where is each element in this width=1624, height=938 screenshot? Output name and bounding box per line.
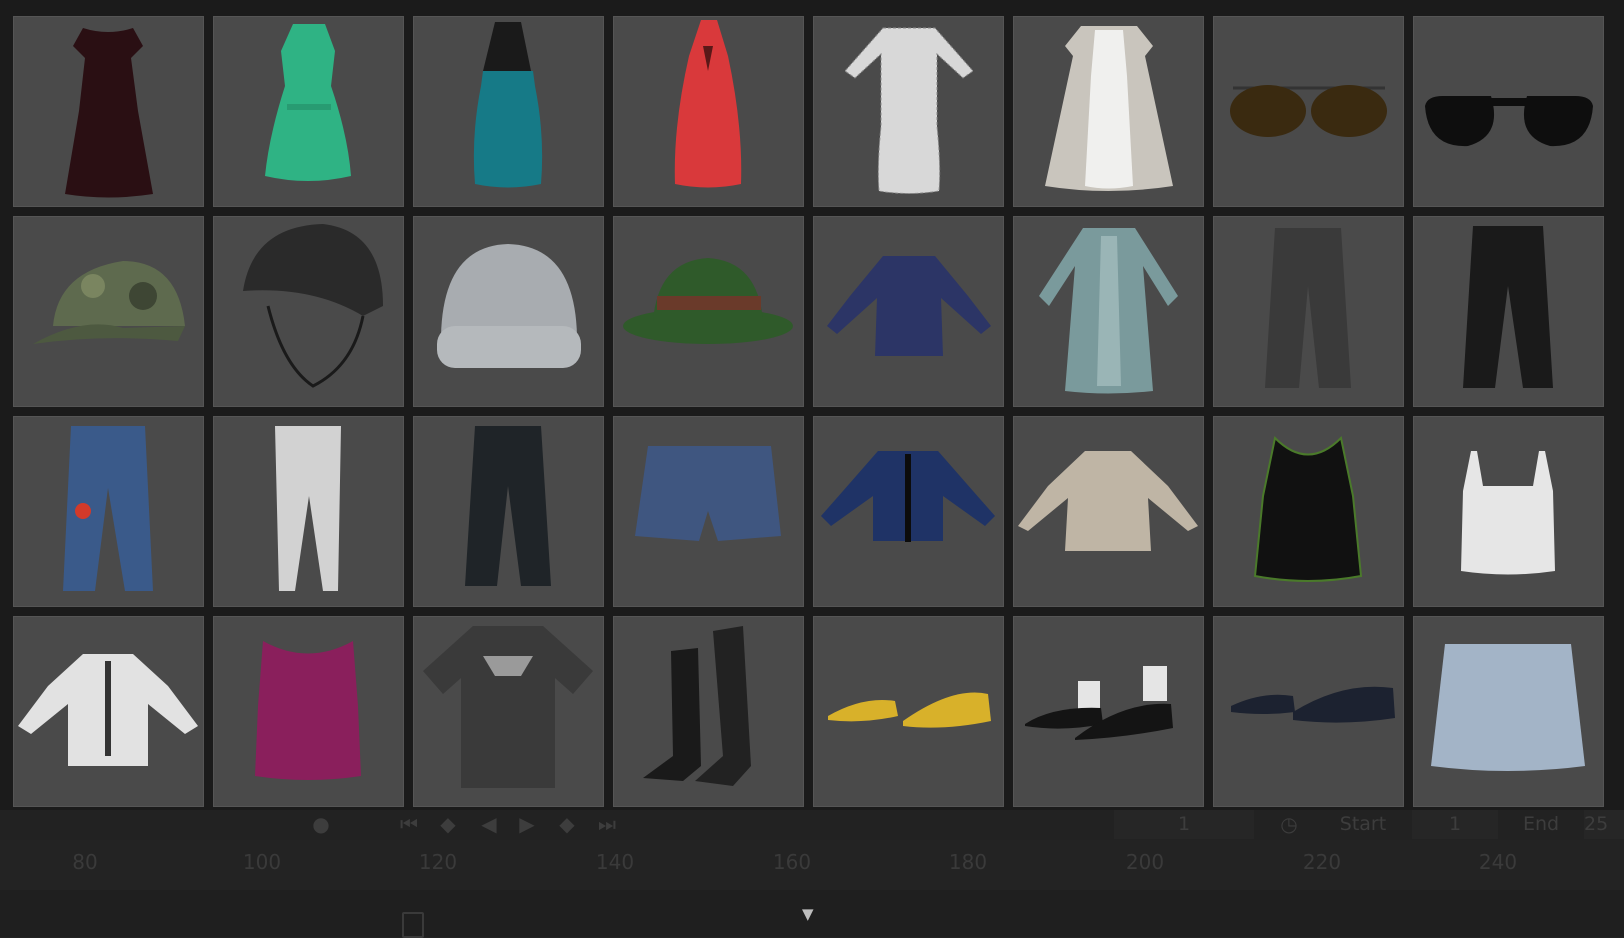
start-frame-field[interactable]: 1: [1412, 809, 1498, 839]
pants-icon: [63, 426, 153, 591]
asset-tile-green-bucket-hat[interactable]: [613, 216, 804, 407]
asset-tile-tweed-dress[interactable]: [813, 16, 1004, 207]
next-keyframe-icon[interactable]: ◆: [552, 812, 582, 836]
top-icon: [255, 641, 361, 780]
asset-tile-embroidered-jeans[interactable]: [13, 416, 204, 607]
asset-tile-camo-cap[interactable]: [13, 216, 204, 407]
leggings-icon: [275, 426, 341, 591]
shoes-icon: [1025, 666, 1173, 740]
asset-tile-denim-jacket[interactable]: [813, 216, 1004, 407]
ruler-tick: 100: [242, 850, 282, 874]
asset-tile-riding-boots[interactable]: [613, 616, 804, 807]
start-frame-label: Start: [1339, 813, 1387, 835]
play-icon[interactable]: ▶: [512, 812, 542, 836]
asset-tile-dark-jeans[interactable]: [413, 416, 604, 607]
sunglasses-icon: [1425, 96, 1593, 147]
asset-tile-riding-helmet[interactable]: [213, 216, 404, 407]
prev-keyframe-icon[interactable]: ◆: [433, 812, 463, 836]
asset-tile-white-ruffle-blouse[interactable]: [13, 616, 204, 807]
helmet-icon: [243, 224, 383, 388]
sneakers-icon: [1231, 686, 1395, 723]
coat-icon: [1045, 26, 1173, 191]
ruler-tick: 160: [772, 850, 812, 874]
asset-tile-denim-skirt[interactable]: [1413, 616, 1604, 807]
timeline-controls: ● ⏮ ◆ ◀ ▶ ◆ ⏭ 1 ◷ Start 1 End 25: [0, 806, 1624, 840]
asset-tile-knit-beanie[interactable]: [413, 216, 604, 407]
asset-tile-beige-sweater[interactable]: [1013, 416, 1204, 607]
asset-tile-white-gown-coat[interactable]: [1013, 16, 1204, 207]
jacket-icon: [827, 256, 991, 356]
ruler-tick: 220: [1302, 850, 1342, 874]
sunglasses-icon: [1230, 85, 1387, 137]
beanie-icon: [437, 244, 581, 368]
ruler-tick: 240: [1478, 850, 1518, 874]
asset-tile-white-leggings[interactable]: [213, 416, 404, 607]
coat-icon: [1039, 228, 1178, 394]
document-icon[interactable]: [402, 912, 424, 938]
sneakers-icon: [828, 692, 991, 728]
ruler-tick: 140: [595, 850, 635, 874]
ruler-tick: 180: [948, 850, 988, 874]
asset-tile-red-halter-dress[interactable]: [613, 16, 804, 207]
asset-tile-black-dress-shoes[interactable]: [1013, 616, 1204, 807]
tshirt-icon: [423, 626, 593, 788]
expand-down-icon[interactable]: ▼: [802, 905, 814, 923]
ruler-tick: 200: [1125, 850, 1165, 874]
end-frame-label: End: [1522, 813, 1560, 835]
play-reverse-icon[interactable]: ◀: [474, 812, 504, 836]
asset-tile-teal-halter-dress[interactable]: [413, 16, 604, 207]
asset-tile-white-camisole[interactable]: [1413, 416, 1604, 607]
asset-tile-magenta-knit-top[interactable]: [213, 616, 404, 807]
asset-tile-blue-cardigan[interactable]: [813, 416, 1004, 607]
dress-icon: [844, 27, 974, 194]
sweater-icon: [1018, 451, 1198, 551]
dress-icon: [65, 28, 153, 198]
dress-icon: [473, 22, 543, 188]
dress-icon: [265, 24, 351, 181]
skirt-icon: [1431, 644, 1585, 771]
clock-icon[interactable]: ◷: [1274, 812, 1304, 836]
end-frame-field[interactable]: 25: [1584, 809, 1624, 839]
cap-icon: [33, 261, 185, 344]
ruler-tick: 80: [72, 850, 98, 874]
ruler-tick: 120: [418, 850, 458, 874]
asset-tile-green-sleeveless-dress[interactable]: [213, 16, 404, 207]
asset-tile-black-sunglasses[interactable]: [1413, 16, 1604, 207]
boots-icon: [643, 626, 751, 786]
asset-tile-dark-red-dress[interactable]: [13, 16, 204, 207]
asset-tile-yellow-sneakers[interactable]: [813, 616, 1004, 807]
pants-icon: [1463, 226, 1553, 388]
pants-icon: [465, 426, 551, 586]
blouse-icon: [18, 654, 198, 766]
jump-start-icon[interactable]: ⏮: [394, 812, 424, 836]
shorts-icon: [635, 446, 781, 541]
asset-tile-dark-sneakers[interactable]: [1213, 616, 1404, 807]
asset-tile-black-tank-top[interactable]: [1213, 416, 1404, 607]
asset-grid: [0, 0, 1624, 810]
asset-tile-denim-shorts[interactable]: [613, 416, 804, 607]
current-frame-field[interactable]: 1: [1114, 809, 1254, 839]
asset-tile-aviator-sunglasses[interactable]: [1213, 16, 1404, 207]
cardigan-icon: [821, 451, 995, 542]
timeline-ruler[interactable]: 80 100 120 140 160 180 200 220 240: [0, 842, 1624, 882]
asset-tile-distressed-jeans[interactable]: [1213, 216, 1404, 407]
tank-top-icon: [1253, 435, 1363, 582]
pants-icon: [1265, 228, 1351, 388]
asset-tile-long-teal-coat[interactable]: [1013, 216, 1204, 407]
dress-icon: [674, 20, 742, 188]
record-button[interactable]: ●: [306, 812, 336, 836]
hat-icon: [623, 258, 793, 344]
camisole-icon: [1461, 451, 1555, 575]
asset-tile-chainmail-tshirt[interactable]: [413, 616, 604, 807]
asset-tile-black-pants[interactable]: [1413, 216, 1604, 407]
jump-end-icon[interactable]: ⏭: [592, 812, 622, 836]
